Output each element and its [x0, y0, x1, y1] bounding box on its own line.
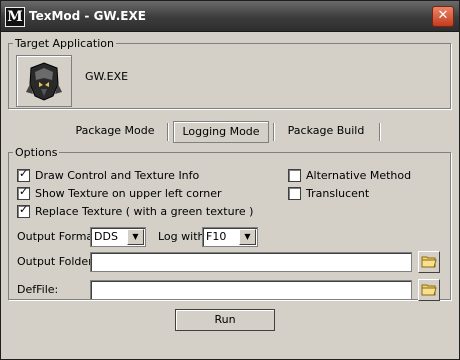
- output-format-label: Output Format:: [17, 230, 102, 243]
- tab-logging-mode[interactable]: Logging Mode: [173, 121, 269, 143]
- texmod-app-icon: M: [5, 7, 25, 27]
- window-title: TexMod - GW.EXE: [29, 9, 146, 23]
- tab-separator: [167, 123, 169, 141]
- title-bar[interactable]: M TexMod - GW.EXE ✕: [1, 1, 459, 32]
- show-texture-label: Show Texture on upper left corner: [35, 187, 222, 200]
- chevron-down-icon[interactable]: ▼: [127, 229, 144, 245]
- output-folder-label: Output Folder:: [17, 255, 97, 268]
- output-format-select[interactable]: DDS ▼: [90, 227, 146, 247]
- checkbox-box[interactable]: [17, 167, 30, 182]
- deffile-input[interactable]: [90, 280, 412, 300]
- show-texture-checkbox[interactable]: Show Texture on upper left corner: [17, 185, 222, 200]
- target-exe-icon-frame[interactable]: [16, 55, 72, 107]
- helmet-icon: [26, 62, 62, 101]
- folder-icon: [421, 284, 437, 296]
- chevron-down-icon[interactable]: ▼: [239, 229, 256, 245]
- checkbox-box[interactable]: [17, 203, 30, 218]
- options-group: Options Draw Control and Texture Info Sh…: [8, 146, 451, 301]
- draw-control-label: Draw Control and Texture Info: [35, 169, 200, 182]
- log-with-label: Log with: [158, 230, 205, 243]
- folder-icon: [421, 256, 437, 268]
- browse-output-folder-button[interactable]: [418, 251, 440, 273]
- checkbox-box[interactable]: [288, 187, 301, 200]
- log-with-select[interactable]: F10 ▼: [202, 227, 258, 247]
- tab-separator: [273, 123, 275, 141]
- checkbox-box[interactable]: [288, 169, 301, 182]
- texmod-window: M TexMod - GW.EXE ✕ Target Application G…: [0, 0, 460, 360]
- options-legend: Options: [15, 146, 58, 159]
- log-with-value: F10: [206, 230, 227, 243]
- tab-package-mode[interactable]: Package Mode: [69, 121, 161, 141]
- output-folder-input[interactable]: [90, 252, 412, 272]
- alternative-method-label: Alternative Method: [306, 169, 412, 182]
- replace-texture-checkbox[interactable]: Replace Texture ( with a green texture ): [17, 203, 254, 218]
- client-area: Target Application GW.EXE Package Mode L…: [1, 32, 459, 359]
- tab-separator: [379, 123, 381, 141]
- translucent-checkbox[interactable]: Translucent: [288, 187, 369, 200]
- translucent-label: Translucent: [306, 187, 370, 200]
- browse-deffile-button[interactable]: [418, 279, 440, 301]
- deffile-label: DefFile:: [17, 283, 59, 296]
- draw-control-checkbox[interactable]: Draw Control and Texture Info: [17, 167, 200, 182]
- replace-texture-label: Replace Texture ( with a green texture ): [35, 205, 254, 218]
- run-button[interactable]: Run: [175, 309, 275, 331]
- close-button[interactable]: ✕: [432, 6, 454, 27]
- tab-package-build[interactable]: Package Build: [279, 121, 373, 141]
- target-exe-name: GW.EXE: [85, 70, 129, 83]
- output-format-value: DDS: [94, 230, 118, 243]
- target-application-group: Target Application GW.EXE: [8, 37, 451, 109]
- mode-tabs: Package Mode Logging Mode Package Build: [63, 121, 383, 143]
- checkbox-box[interactable]: [17, 185, 30, 200]
- target-application-legend: Target Application: [15, 37, 114, 50]
- alternative-method-checkbox[interactable]: Alternative Method: [288, 169, 411, 182]
